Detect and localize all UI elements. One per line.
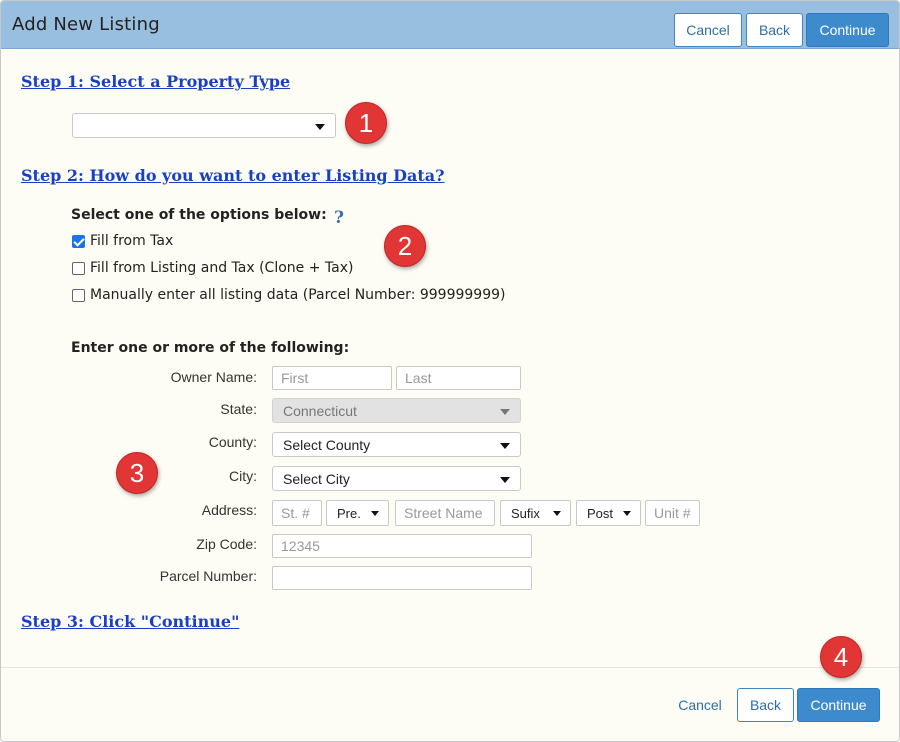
step1-heading: Step 1: Select a Property Type	[21, 72, 291, 91]
city-select[interactable]: Select City	[272, 466, 521, 491]
unit-number-input[interactable]: Unit #	[645, 500, 700, 526]
county-select[interactable]: Select County	[272, 432, 521, 457]
chevron-down-icon	[623, 511, 631, 516]
state-select: Connecticut	[272, 398, 521, 423]
chevron-down-icon	[553, 511, 561, 516]
option-manual[interactable]: Manually enter all listing data (Parcel …	[72, 287, 506, 303]
parcel-number-input[interactable]	[272, 566, 532, 590]
add-listing-dialog: Add New Listing Cancel Back Continue Ste…	[0, 0, 900, 742]
state-value: Connecticut	[283, 402, 357, 419]
prefix-value: Pre.	[337, 505, 361, 521]
prefix-select[interactable]: Pre.	[326, 500, 389, 526]
dialog-title: Add New Listing	[12, 14, 160, 35]
zip-code-input[interactable]: 12345	[272, 534, 532, 558]
chevron-down-icon	[500, 443, 510, 449]
city-label: City:	[229, 468, 257, 484]
chevron-down-icon	[315, 124, 325, 130]
owner-last-input[interactable]: Last	[396, 366, 521, 390]
option-fill-from-tax[interactable]: Fill from Tax	[72, 233, 173, 249]
checkbox-icon[interactable]	[72, 261, 85, 275]
footer-cancel-button[interactable]: Cancel	[669, 688, 731, 722]
post-select[interactable]: Post	[576, 500, 641, 526]
city-value: Select City	[283, 470, 350, 487]
address-label: Address:	[201, 502, 257, 518]
county-label: County:	[208, 434, 257, 450]
badge-2: 2	[384, 225, 426, 267]
badge-1: 1	[345, 102, 387, 144]
county-value: Select County	[283, 436, 371, 453]
state-label: State:	[220, 401, 257, 417]
property-type-select[interactable]	[72, 113, 336, 138]
option-label: Manually enter all listing data (Parcel …	[90, 287, 506, 303]
suffix-value: Sufix	[511, 505, 540, 521]
step2-heading: Step 2: How do you want to enter Listing…	[21, 166, 445, 185]
street-name-input[interactable]: Street Name	[395, 500, 495, 526]
chevron-down-icon	[500, 409, 510, 415]
zip-code-label: Zip Code:	[196, 536, 257, 552]
chevron-down-icon	[371, 511, 379, 516]
chevron-down-icon	[500, 477, 510, 483]
option-clone-tax[interactable]: Fill from Listing and Tax (Clone + Tax)	[72, 260, 353, 276]
option-label: Fill from Listing and Tax (Clone + Tax)	[90, 260, 354, 276]
header-cancel-button[interactable]: Cancel	[674, 13, 742, 47]
parcel-number-label: Parcel Number:	[159, 568, 257, 584]
step3-heading: Step 3: Click "Continue"	[21, 612, 240, 631]
footer-divider	[1, 667, 899, 668]
owner-first-input[interactable]: First	[272, 366, 392, 390]
dialog-titlebar: Add New Listing Cancel Back Continue	[1, 1, 899, 49]
badge-4: 4	[820, 636, 862, 678]
owner-name-label: Owner Name:	[170, 369, 257, 385]
help-icon[interactable]: ?	[334, 208, 344, 228]
post-value: Post	[587, 505, 614, 521]
options-heading: Select one of the options below:	[71, 207, 327, 223]
street-number-input[interactable]: St. #	[272, 500, 322, 526]
footer-continue-button[interactable]: Continue	[797, 688, 880, 722]
checkbox-icon[interactable]	[72, 288, 85, 302]
footer-back-button[interactable]: Back	[737, 688, 794, 722]
header-continue-button[interactable]: Continue	[806, 13, 889, 47]
form-heading: Enter one or more of the following:	[71, 340, 350, 356]
option-label: Fill from Tax	[90, 233, 174, 249]
suffix-select[interactable]: Sufix	[500, 500, 571, 526]
checkbox-checked-icon[interactable]	[72, 234, 85, 248]
header-back-button[interactable]: Back	[746, 13, 803, 47]
